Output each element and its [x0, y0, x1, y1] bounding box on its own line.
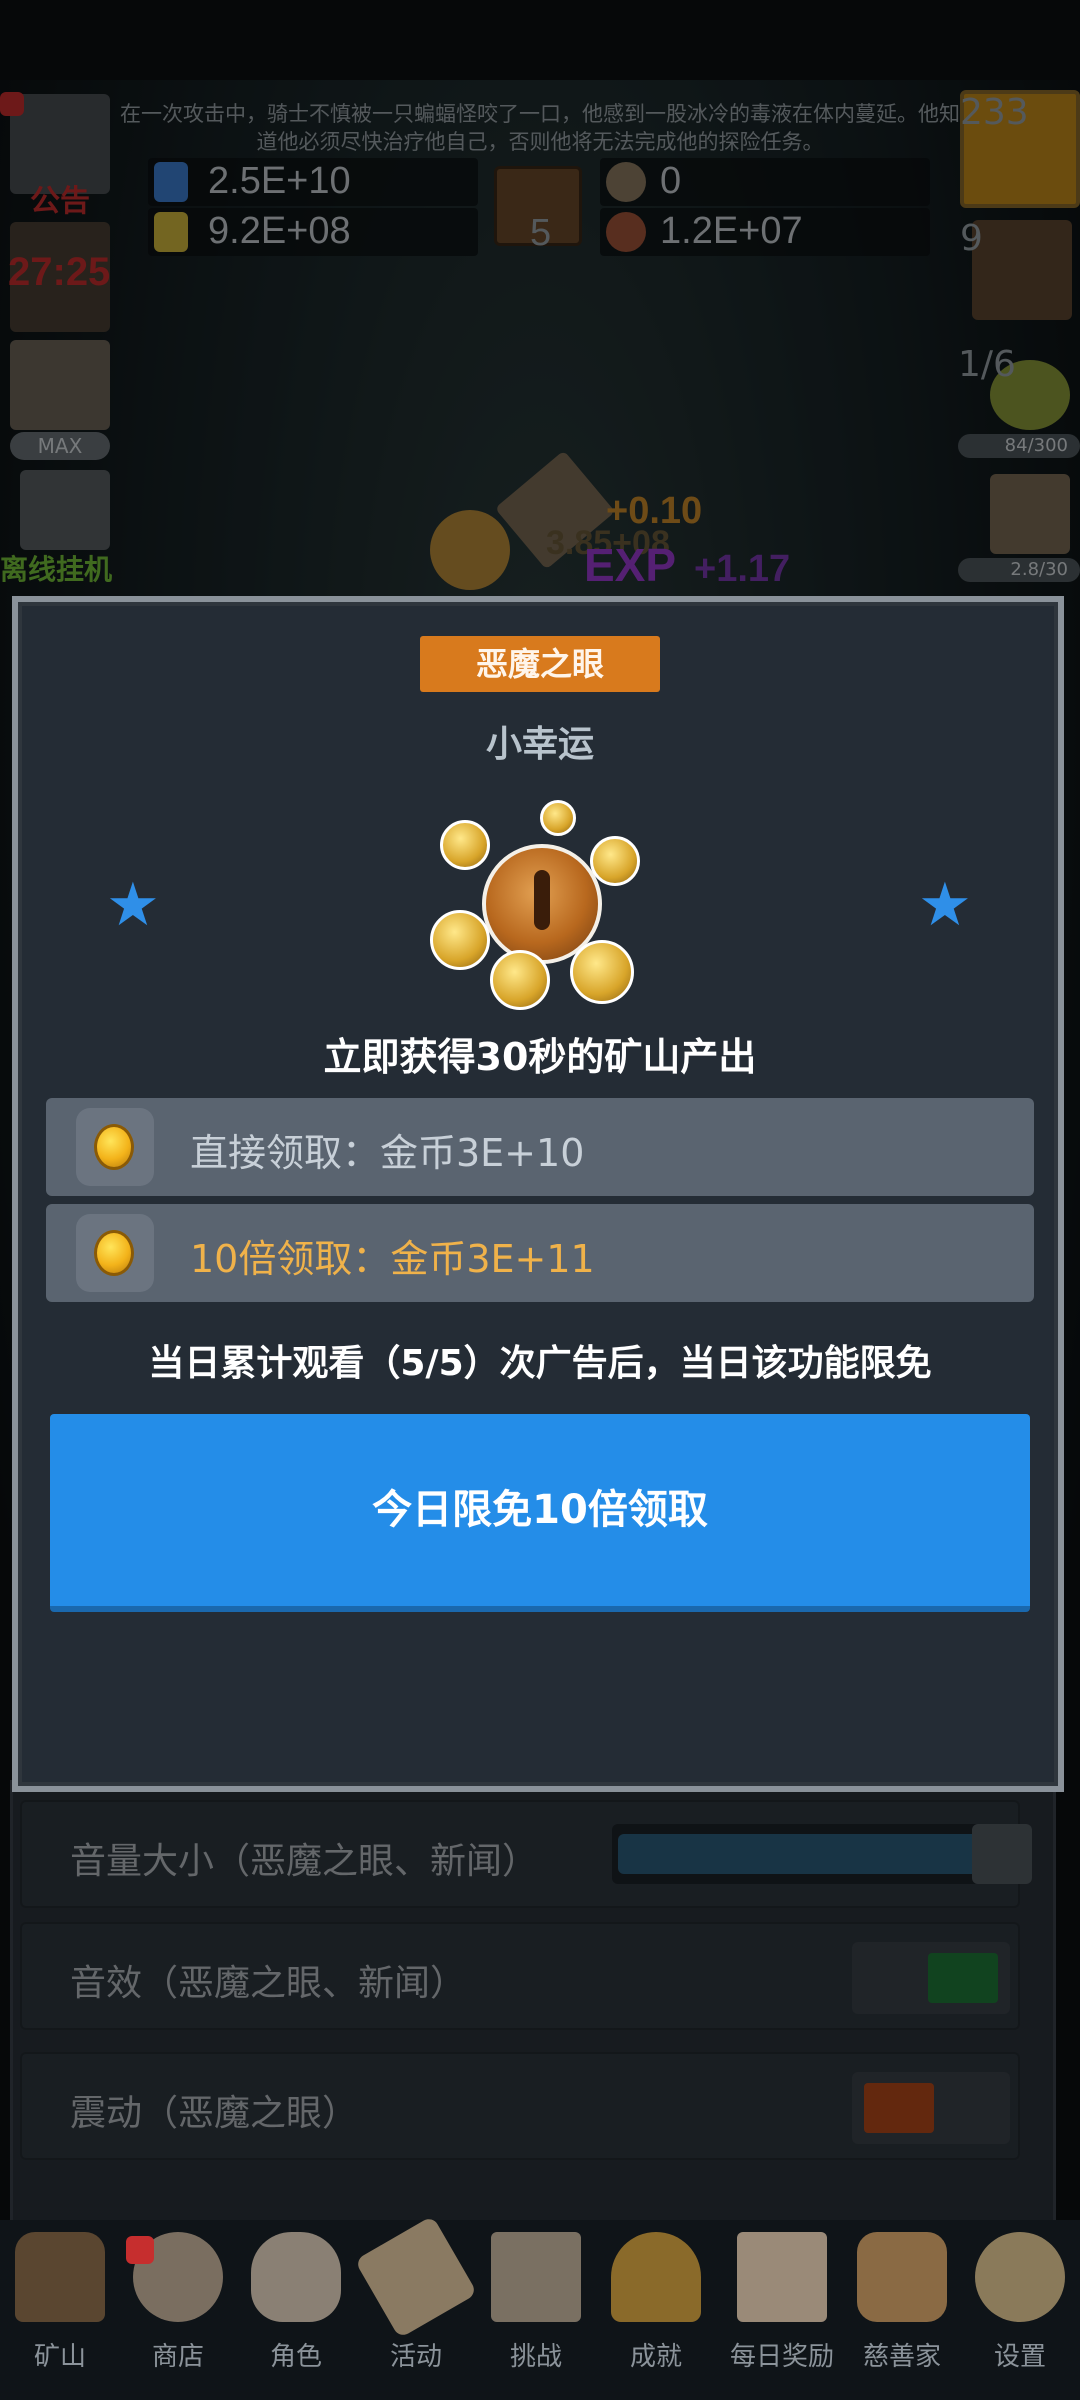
- nav-label: 每日奖励: [729, 2342, 834, 2372]
- gear-icon: [975, 2232, 1065, 2322]
- bread-icon: [857, 2232, 947, 2322]
- coin-icon: [570, 940, 634, 1004]
- nav-label: 慈善家: [862, 2342, 941, 2372]
- modal-title: 恶魔之眼: [420, 636, 660, 692]
- coin-icon: [540, 800, 576, 836]
- scroll-icon: [354, 2215, 478, 2339]
- nav-philanthropist[interactable]: 慈善家: [842, 2232, 962, 2382]
- reward-10x-label: 10倍领取：金币3E+11: [190, 1237, 595, 1281]
- ad-limit-notice: 当日累计观看（5/5）次广告后，当日该功能限免: [148, 1343, 932, 1384]
- coin-icon: [590, 836, 640, 886]
- nav-label: 成就: [629, 2342, 682, 2372]
- lantern-icon: [15, 2232, 105, 2322]
- reward-direct-row[interactable]: 直接领取：金币3E+10: [46, 1098, 1034, 1196]
- nav-label: 活动: [389, 2342, 442, 2372]
- gold-coin-icon: [94, 1230, 134, 1276]
- modal-description: 立即获得30秒的矿山产出: [323, 1035, 757, 1079]
- demon-eye-coins-icon: [420, 800, 660, 1020]
- demon-eye-pupil: [534, 870, 550, 930]
- nav-character[interactable]: 角色: [236, 2232, 356, 2382]
- nav-activity[interactable]: 活动: [354, 2215, 478, 2382]
- coin-icon: [430, 910, 490, 970]
- reward-direct-label: 直接领取：金币3E+10: [190, 1131, 585, 1175]
- nav-label: 角色: [269, 2342, 322, 2372]
- coin-slot: [76, 1214, 154, 1292]
- reward-10x-row[interactable]: 10倍领取：金币3E+11: [46, 1204, 1034, 1302]
- nav-label: 设置: [993, 2342, 1046, 2372]
- star-right-icon: ★: [918, 870, 972, 940]
- nav-mine[interactable]: 矿山: [0, 2232, 120, 2382]
- shop-alert-dot: [126, 2236, 154, 2264]
- nav-challenge[interactable]: 挑战: [476, 2232, 596, 2382]
- star-left-icon: ★: [106, 870, 160, 940]
- nav-achievements[interactable]: 成就: [596, 2232, 716, 2382]
- gold-coin-icon: [94, 1124, 134, 1170]
- nav-label: 挑战: [509, 2342, 562, 2372]
- nav-daily-reward[interactable]: 每日奖励: [722, 2232, 842, 2382]
- letter-icon: [737, 2232, 827, 2322]
- nav-label: 商店: [151, 2342, 204, 2372]
- modal-subtitle: 小幸运: [485, 724, 594, 765]
- map-icon: [491, 2232, 581, 2322]
- nav-label: 矿山: [33, 2342, 86, 2372]
- coin-slot: [76, 1108, 154, 1186]
- skull-icon: [251, 2232, 341, 2322]
- coin-icon: [490, 950, 550, 1010]
- claim-10x-free-button[interactable]: 今日限免10倍领取: [50, 1414, 1030, 1612]
- coin-icon: [440, 820, 490, 870]
- nav-settings[interactable]: 设置: [960, 2232, 1080, 2382]
- key-icon: [611, 2232, 701, 2322]
